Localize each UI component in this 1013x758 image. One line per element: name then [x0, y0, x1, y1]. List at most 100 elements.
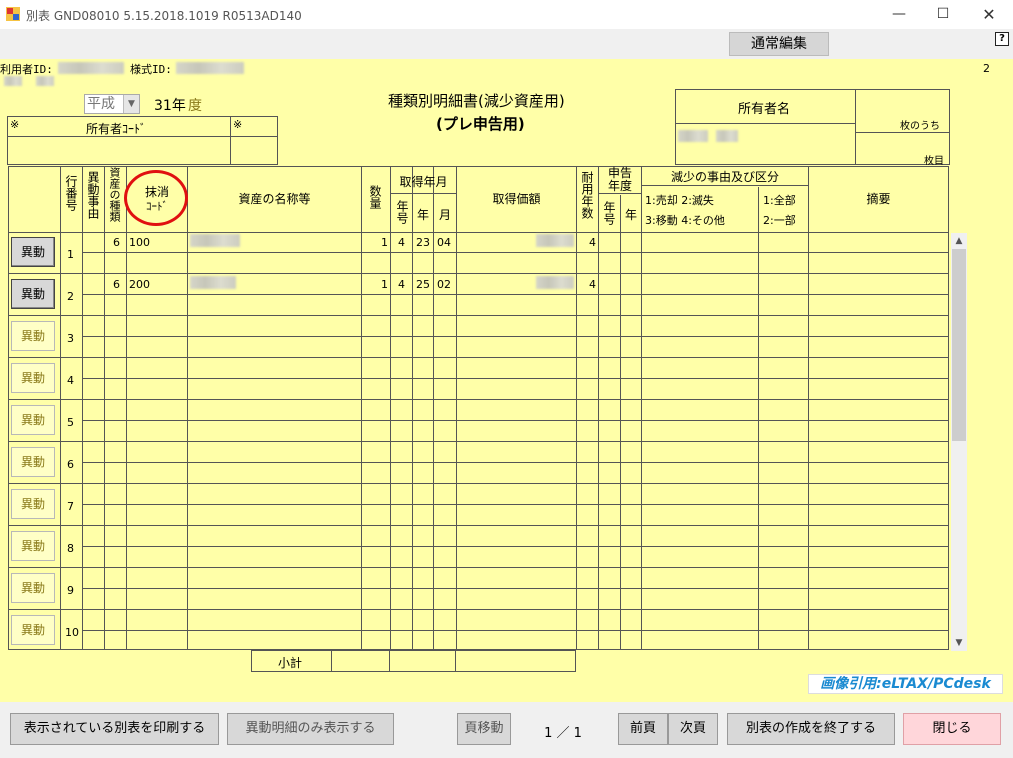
header-acq-date: 取得年月	[399, 175, 448, 189]
owner-name-label: 所有者名	[738, 102, 791, 117]
owner-code-label: 所有者ｺｰﾄﾞ	[86, 122, 147, 136]
owner-name-redacted	[716, 130, 738, 142]
minimize-button[interactable]: —	[876, 0, 922, 29]
reason-codes-2: 3:移動 4:その他	[645, 214, 725, 227]
change-button-row-10[interactable]: 異動	[11, 615, 55, 645]
row-number: 4	[67, 374, 74, 387]
row-number: 6	[67, 458, 74, 471]
title-bar: 別表 GND08010 5.15.2018.1019 R0513AD140 — …	[0, 0, 1013, 29]
annotation-circle	[124, 170, 188, 226]
footer-bar: 表示されている別表を印刷する 異動明細のみ表示する 頁移動 1 ／ 1 前頁 次…	[0, 702, 1013, 758]
change-button-row-2[interactable]: 異動	[11, 279, 55, 309]
help-icon[interactable]: ?	[995, 32, 1009, 46]
quantity-cell[interactable]: 1	[381, 278, 388, 291]
scope-1: 1:全部	[763, 194, 796, 207]
owner-code-mark: ※	[10, 118, 20, 131]
user-id-redacted	[58, 62, 124, 74]
change-button-row-9[interactable]: 異動	[11, 573, 55, 603]
form-id-label: 様式ID:	[130, 63, 172, 76]
row-number: 9	[67, 584, 74, 597]
form-title: 種類別明細書(減少資産用)	[388, 92, 565, 110]
image-credit: 画像引用:eLTAX/PCdesk	[808, 674, 1003, 694]
close-button[interactable]: 閉じる	[903, 713, 1001, 745]
change-button-row-4[interactable]: 異動	[11, 363, 55, 393]
redacted-mark	[4, 76, 22, 86]
page-count: 2	[983, 62, 990, 75]
scope-2: 2:一部	[763, 214, 796, 227]
header-decl-y: 年	[624, 208, 637, 222]
owner-name-redacted	[678, 130, 708, 142]
scroll-down-icon[interactable]: ▼	[951, 635, 967, 651]
maximize-button[interactable]: ☐	[920, 0, 966, 29]
header-decl-era: 年号	[602, 201, 616, 225]
page-move-button[interactable]: 頁移動	[457, 713, 511, 745]
page-indicator: 1 ／ 1	[544, 726, 582, 741]
subtotal-label: 小計	[278, 656, 303, 670]
row-number: 10	[65, 626, 79, 639]
owner-code-box: ※ 所有者ｺｰﾄﾞ ※	[7, 116, 278, 165]
close-window-button[interactable]: ✕	[966, 0, 1012, 29]
app-icon	[6, 7, 20, 21]
strike-code-cell[interactable]: 100	[129, 236, 150, 249]
header-reduction-reason: 減少の事由及び区分	[670, 170, 779, 184]
normal-edit-button[interactable]: 通常編集	[729, 32, 829, 56]
header-asset-type: 資産の種類	[108, 167, 121, 222]
header-era: 年号	[395, 200, 409, 224]
year-cell[interactable]: 25	[416, 278, 430, 291]
next-page-button[interactable]: 次頁	[668, 713, 718, 745]
header-acq-price: 取得価額	[492, 192, 541, 206]
header-row-no: 行番号	[64, 175, 78, 211]
header-remarks: 摘要	[866, 192, 891, 206]
form-subtitle: (プレ申告用)	[436, 115, 525, 133]
tax-year: 31年	[154, 98, 186, 114]
change-button-row-8[interactable]: 異動	[11, 531, 55, 561]
month-cell[interactable]: 02	[437, 278, 451, 291]
useful-life-cell[interactable]: 4	[589, 278, 596, 291]
table-scrollbar[interactable]: ▲ ▼	[951, 233, 967, 651]
prev-page-button[interactable]: 前頁	[618, 713, 668, 745]
header-useful-life: 耐用年数	[580, 171, 594, 219]
owner-name-box: 所有者名 枚のうち 枚目	[675, 89, 950, 167]
sheets-of-label: 枚のうち	[900, 121, 940, 132]
redacted-mark	[36, 76, 54, 86]
row-number: 1	[67, 248, 74, 261]
change-button-row-5[interactable]: 異動	[11, 405, 55, 435]
strike-code-cell[interactable]: 200	[129, 278, 150, 291]
owner-code-mark-right: ※	[233, 118, 243, 131]
form-id-redacted	[176, 62, 244, 74]
chevron-down-icon[interactable]: ▼	[123, 95, 139, 113]
era-cell[interactable]: 4	[398, 236, 405, 249]
row-number: 2	[67, 290, 74, 303]
change-button-row-3[interactable]: 異動	[11, 321, 55, 351]
header-decl-year: 申告年度	[599, 167, 641, 193]
scroll-up-icon[interactable]: ▲	[951, 233, 967, 249]
asset-type-cell[interactable]: 6	[113, 278, 120, 291]
finish-button[interactable]: 別表の作成を終了する	[727, 713, 895, 745]
year-cell[interactable]: 23	[416, 236, 430, 249]
change-button-row-1[interactable]: 異動	[11, 237, 55, 267]
change-button-row-6[interactable]: 異動	[11, 447, 55, 477]
row-number: 7	[67, 500, 74, 513]
window-title: 別表 GND08010 5.15.2018.1019 R0513AD140	[26, 9, 302, 23]
acq-price-redacted	[536, 234, 574, 247]
print-button[interactable]: 表示されている別表を印刷する	[10, 713, 219, 745]
mode-strip: 通常編集 ?	[0, 29, 1013, 59]
scroll-thumb[interactable]	[952, 249, 966, 441]
era-select[interactable]: 平成 ▼	[84, 94, 140, 114]
quantity-cell[interactable]: 1	[381, 236, 388, 249]
subtotal-row: 小計	[251, 650, 576, 672]
asset-name-redacted	[190, 276, 236, 289]
useful-life-cell[interactable]: 4	[589, 236, 596, 249]
era-cell[interactable]: 4	[398, 278, 405, 291]
user-id-label: 利用者ID:	[0, 63, 53, 76]
asset-type-cell[interactable]: 6	[113, 236, 120, 249]
header-year: 年	[416, 208, 429, 222]
header-asset-name: 資産の名称等	[238, 192, 311, 206]
asset-name-redacted	[190, 234, 240, 247]
show-changes-only-button[interactable]: 異動明細のみ表示する	[227, 713, 394, 745]
asset-table: 行番号 異動事由 資産の種類 抹消 ｺｰﾄﾞ 資産の名称等 数量 取得年月 年号…	[8, 166, 949, 650]
tax-year-suffix: 度	[188, 98, 202, 114]
reason-codes-1: 1:売却 2:滅失	[645, 194, 714, 207]
change-button-row-7[interactable]: 異動	[11, 489, 55, 519]
month-cell[interactable]: 04	[437, 236, 451, 249]
